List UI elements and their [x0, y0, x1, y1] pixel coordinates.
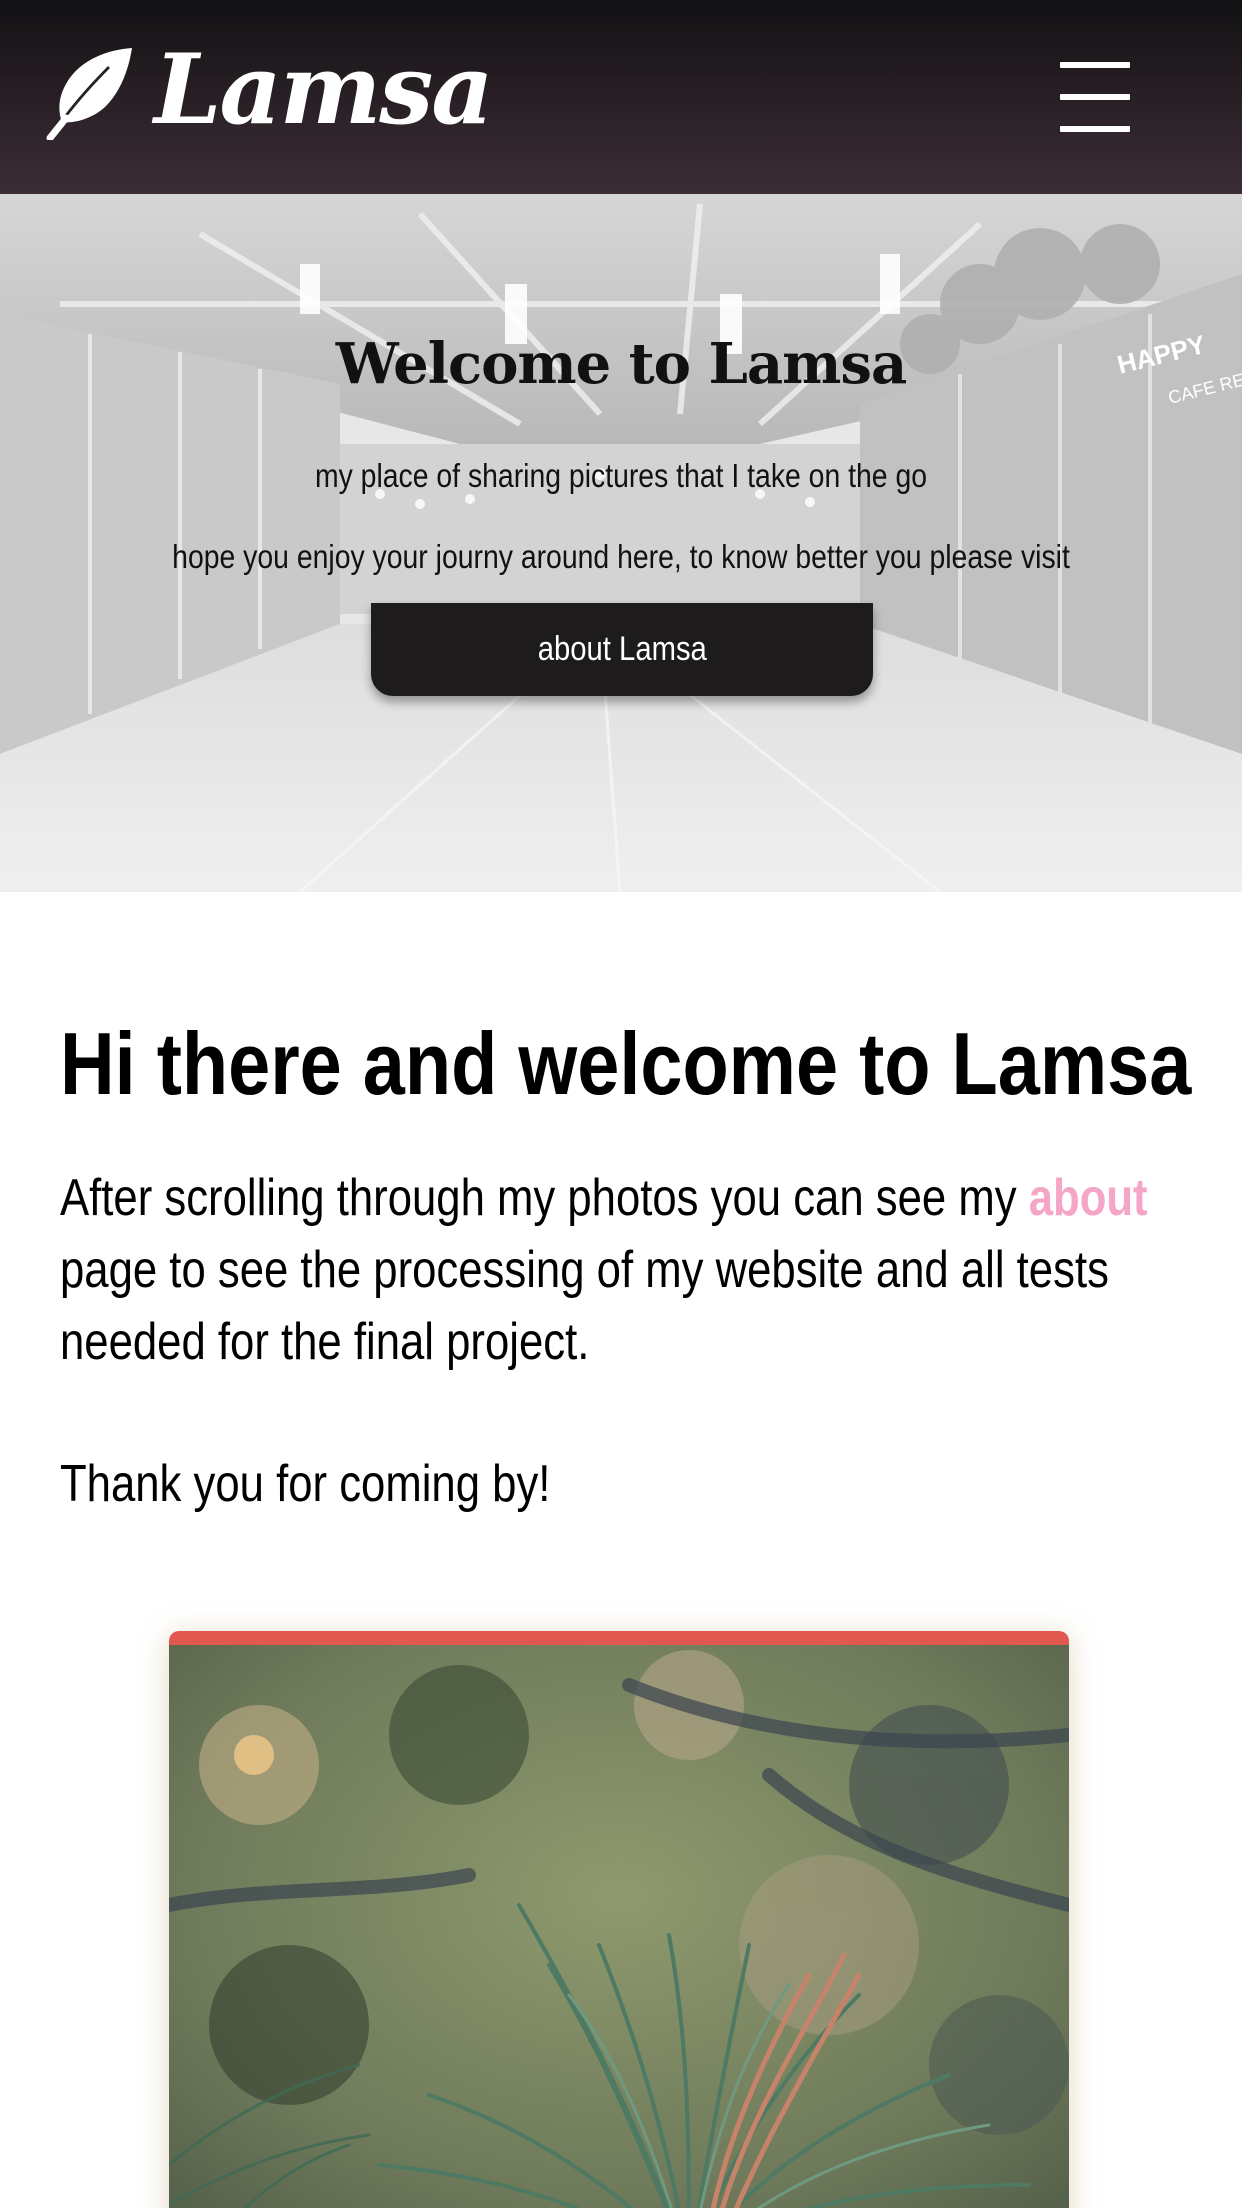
intro-heading: Hi there and welcome to Lamsa — [60, 1014, 1192, 1113]
intro-lead-text: After scrolling through my photos you ca… — [60, 1169, 1017, 1227]
brand-name: Lamsa — [154, 33, 494, 146]
site-header: Lamsa — [0, 0, 1242, 194]
intro-paragraph: After scrolling through my photos you ca… — [60, 1162, 1152, 1378]
hero-title: Welcome to Lamsa — [335, 331, 908, 397]
intro-line-2: page to see the processing of my website… — [60, 1241, 1109, 1299]
menu-bar — [1060, 94, 1130, 100]
hamburger-menu-icon[interactable] — [1060, 62, 1130, 134]
feather-icon — [46, 48, 132, 140]
about-lamsa-button-label: about Lamsa — [537, 630, 707, 668]
photo-card[interactable] — [169, 1631, 1069, 2208]
menu-bar — [1060, 126, 1130, 132]
hero-tagline: my place of sharing pictures that I take… — [314, 457, 928, 494]
menu-bar — [1060, 62, 1130, 68]
hero-section: HAPPY CAFE RE Welcome to Lamsa my place … — [0, 194, 1242, 892]
pine-needles-photo — [169, 1645, 1069, 2208]
hero-content: Welcome to Lamsa my place of sharing pic… — [0, 194, 1242, 892]
intro-line-3: needed for the final project. — [60, 1313, 590, 1371]
hero-subtext: hope you enjoy your journy around here, … — [172, 538, 1070, 575]
brand-logo-link[interactable]: Lamsa — [44, 33, 494, 146]
intro-line-1: After scrolling through my photos you ca… — [60, 1162, 1152, 1234]
thanks-text: Thank you for coming by! — [60, 1455, 551, 1513]
about-lamsa-button[interactable]: about Lamsa — [371, 603, 873, 696]
about-link[interactable]: about — [1029, 1169, 1148, 1227]
